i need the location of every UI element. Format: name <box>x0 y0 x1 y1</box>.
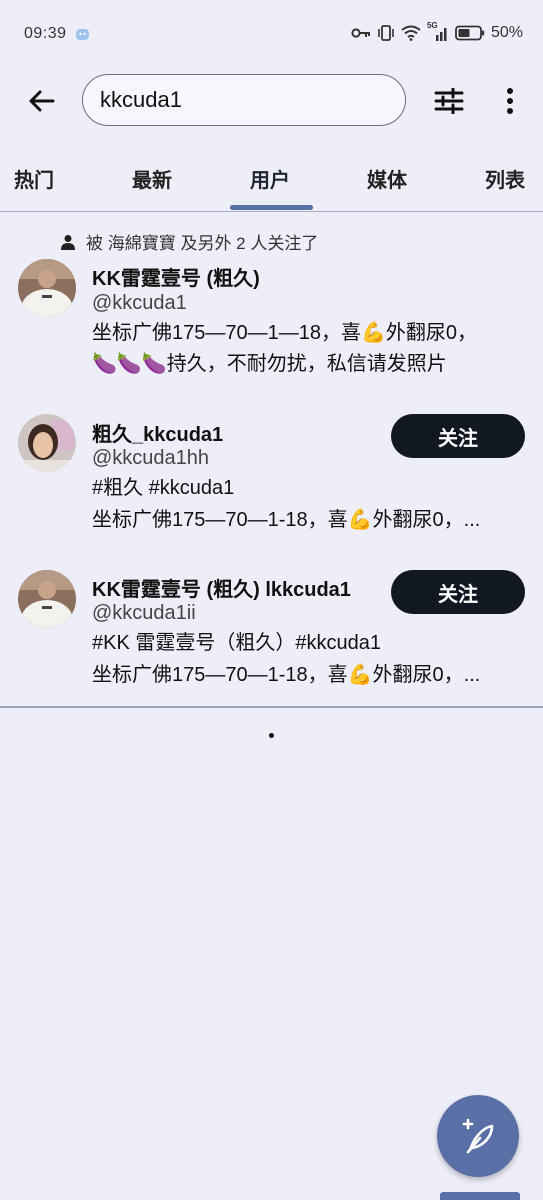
user-bio-line: #粗久 #kkcuda1 <box>92 477 235 499</box>
active-tab-indicator <box>230 205 313 210</box>
notification-app-icon <box>75 27 90 41</box>
follow-button[interactable]: 关注 <box>391 414 525 458</box>
status-time: 09:39 <box>24 25 67 42</box>
vibrate-icon <box>377 24 395 42</box>
avatar[interactable] <box>18 570 76 628</box>
tune-icon <box>434 88 464 114</box>
search-tabs: 热门 最新 用户 媒体 列表 <box>0 150 543 212</box>
user-display-name: KK雷霆壹号 (粗久) lkkcuda1 <box>92 579 351 601</box>
cellular-signal-icon: 5G <box>427 21 449 42</box>
search-input[interactable] <box>100 87 390 113</box>
tab-media[interactable]: 媒体 <box>367 164 407 204</box>
person-icon <box>61 234 75 250</box>
search-filter-button[interactable] <box>430 82 468 120</box>
tab-latest[interactable]: 最新 <box>132 164 172 204</box>
more-vertical-icon <box>507 88 513 114</box>
status-bar: 09:39 5G 50% <box>0 0 543 70</box>
battery-percent: 50% <box>490 24 523 41</box>
loading-indicator <box>269 733 274 738</box>
tab-users[interactable]: 用户 <box>250 164 290 204</box>
user-bio-line: 🍆🍆🍆持久，不耐勿扰，私信请发照片 <box>92 353 447 375</box>
arrow-back-icon <box>29 90 55 112</box>
user-display-name: KK雷霆壹号 (粗久) <box>92 268 260 290</box>
user-handle: @kkcuda1 <box>92 292 187 314</box>
followed-by-text: 被 海綿寶寶 及另外 2 人关注了 <box>86 234 319 253</box>
search-field[interactable] <box>82 74 406 126</box>
list-divider <box>0 706 543 708</box>
bottom-sheet-peek <box>440 1192 520 1200</box>
compose-feather-icon <box>462 1118 494 1154</box>
user-handle: @kkcuda1ii <box>92 602 196 624</box>
user-bio-line: 坐标广佛175—70—1—18，喜💪外翻尿0， <box>92 322 478 344</box>
user-bio-line: 坐标广佛175—70—1-18，喜💪外翻尿0，... <box>92 509 481 531</box>
user-handle: @kkcuda1hh <box>92 447 210 469</box>
tab-lists[interactable]: 列表 <box>485 164 525 204</box>
vpn-key-icon <box>351 27 371 39</box>
wifi-icon <box>401 25 421 41</box>
overflow-menu-button[interactable] <box>495 82 525 120</box>
avatar[interactable] <box>18 259 76 317</box>
tab-hot[interactable]: 热门 <box>14 164 54 204</box>
back-button[interactable] <box>22 82 60 120</box>
user-display-name: 粗久_kkcuda1 <box>92 424 224 446</box>
battery-icon <box>455 25 485 41</box>
user-bio-line: #KK 雷霆壹号（粗久）#kkcuda1 <box>92 632 381 654</box>
avatar[interactable] <box>18 414 76 472</box>
follow-button[interactable]: 关注 <box>391 570 525 614</box>
followed-by-note: 被 海綿寶寶 及另外 2 人关注了 <box>60 229 318 254</box>
user-bio-line: 坐标广佛175—70—1-18，喜💪外翻尿0，... <box>92 664 481 686</box>
compose-post-button[interactable] <box>437 1095 519 1177</box>
status-icons: 5G 50% <box>351 21 523 42</box>
